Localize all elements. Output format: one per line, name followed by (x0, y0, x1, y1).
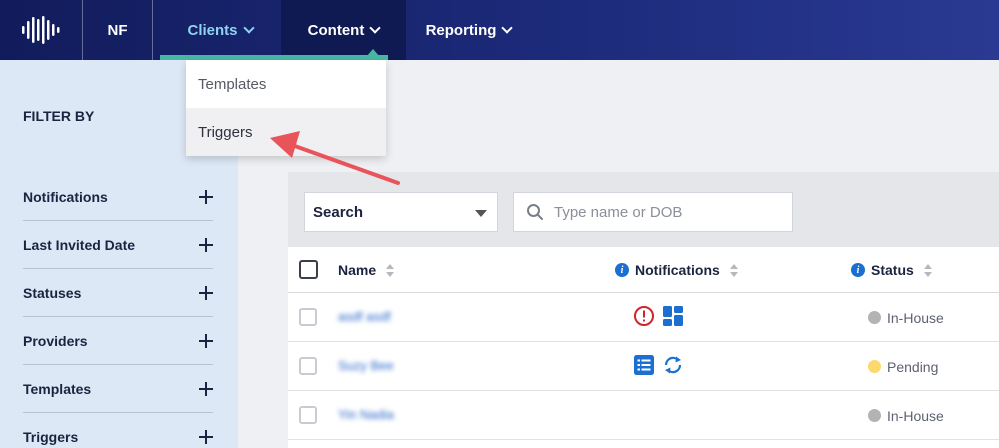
sort-icon[interactable] (923, 263, 932, 277)
search-icon (527, 204, 543, 220)
info-icon[interactable]: i (851, 263, 865, 277)
table-row[interactable]: Yin Nadia In-House (288, 391, 999, 440)
dashboard-icon[interactable] (662, 305, 684, 327)
nav-content-label: Content (307, 21, 365, 39)
filter-label: Notifications (23, 188, 108, 205)
row-checkbox[interactable] (299, 308, 317, 326)
search-bar: Search (288, 172, 999, 247)
table-header: Name i Notifications i Status (288, 247, 999, 293)
info-icon[interactable]: i (615, 263, 629, 277)
filter-triggers[interactable]: Triggers (23, 413, 213, 448)
sort-icon[interactable] (386, 263, 395, 277)
org-switcher[interactable]: NF (83, 0, 153, 60)
logo-icon (22, 16, 60, 44)
row-checkbox[interactable] (299, 406, 317, 424)
menu-item-label: Templates (198, 75, 267, 93)
plus-icon[interactable] (199, 381, 213, 396)
menu-item-templates[interactable]: Templates (186, 60, 386, 108)
search-mode-select[interactable]: Search (304, 192, 498, 232)
column-notifications-label: Notifications (635, 262, 720, 278)
table-row[interactable]: Suzy Bee Pending (288, 342, 999, 391)
filter-label: Last Invited Date (23, 236, 136, 253)
dropdown-caret-icon (366, 49, 380, 57)
chevron-down-icon (369, 22, 381, 34)
filter-templates[interactable]: Templates (23, 365, 213, 413)
clients-table-panel: Search Name i Notifications i Status (288, 172, 999, 448)
filter-providers[interactable]: Providers (23, 317, 213, 365)
nav-clients[interactable]: Clients (160, 0, 280, 60)
sync-icon[interactable] (662, 354, 684, 376)
status-label: In-House (887, 407, 944, 424)
status-dot (868, 311, 881, 324)
search-field[interactable] (513, 192, 793, 232)
table-row[interactable]: asdf asdf In-House (288, 293, 999, 342)
status-cell: In-House (868, 293, 944, 342)
nav-reporting[interactable]: Reporting (406, 0, 531, 60)
search-mode-value: Search (313, 203, 364, 221)
notification-icons (633, 354, 684, 376)
chevron-down-icon (242, 22, 255, 34)
filter-label: Statuses (23, 284, 82, 301)
client-name-link[interactable]: Yin Nadia (338, 407, 394, 422)
column-status-label: Status (871, 262, 914, 278)
status-dot (868, 360, 881, 373)
status-label: Pending (887, 358, 939, 375)
plus-icon[interactable] (199, 333, 213, 348)
column-name-label: Name (338, 262, 377, 278)
filter-label: Triggers (23, 429, 79, 445)
select-all-checkbox[interactable] (299, 260, 318, 279)
row-checkbox[interactable] (299, 357, 317, 375)
chevron-down-icon (501, 22, 514, 34)
status-cell: Pending (868, 342, 938, 391)
filter-title: FILTER BY (23, 108, 95, 124)
status-dot (868, 409, 881, 422)
plus-icon[interactable] (199, 237, 213, 252)
status-cell: In-House (868, 391, 944, 440)
column-header-name[interactable]: Name (338, 247, 395, 293)
client-name-link[interactable]: Suzy Bee (338, 358, 394, 373)
caret-down-icon (475, 210, 487, 217)
list-icon[interactable] (633, 354, 655, 376)
alert-icon[interactable] (633, 305, 655, 327)
column-header-notifications[interactable]: i Notifications (615, 247, 738, 293)
filter-label: Templates (23, 380, 92, 397)
filter-statuses[interactable]: Statuses (23, 269, 213, 317)
column-header-status[interactable]: i Status (851, 247, 932, 293)
plus-icon[interactable] (199, 430, 213, 444)
plus-icon[interactable] (199, 189, 213, 204)
menu-item-triggers[interactable]: Triggers (186, 108, 386, 156)
nav-reporting-label: Reporting (425, 21, 497, 39)
app-logo[interactable] (0, 0, 83, 60)
content-dropdown-menu: Templates Triggers (186, 60, 386, 156)
notification-icons (633, 305, 684, 327)
top-navigation-bar: NF Clients Content Reporting (0, 0, 999, 60)
client-name-link[interactable]: asdf asdf (338, 309, 391, 324)
filter-label: Providers (23, 332, 88, 349)
nav-content[interactable]: Content (281, 0, 406, 60)
nav-clients-label: Clients (187, 21, 238, 39)
plus-icon[interactable] (199, 285, 213, 300)
filter-notifications[interactable]: Notifications (23, 173, 213, 221)
sort-icon[interactable] (729, 263, 738, 277)
menu-item-label: Triggers (198, 123, 253, 141)
status-label: In-House (887, 309, 944, 326)
filter-last-invited-date[interactable]: Last Invited Date (23, 221, 213, 269)
search-input[interactable] (554, 203, 784, 221)
